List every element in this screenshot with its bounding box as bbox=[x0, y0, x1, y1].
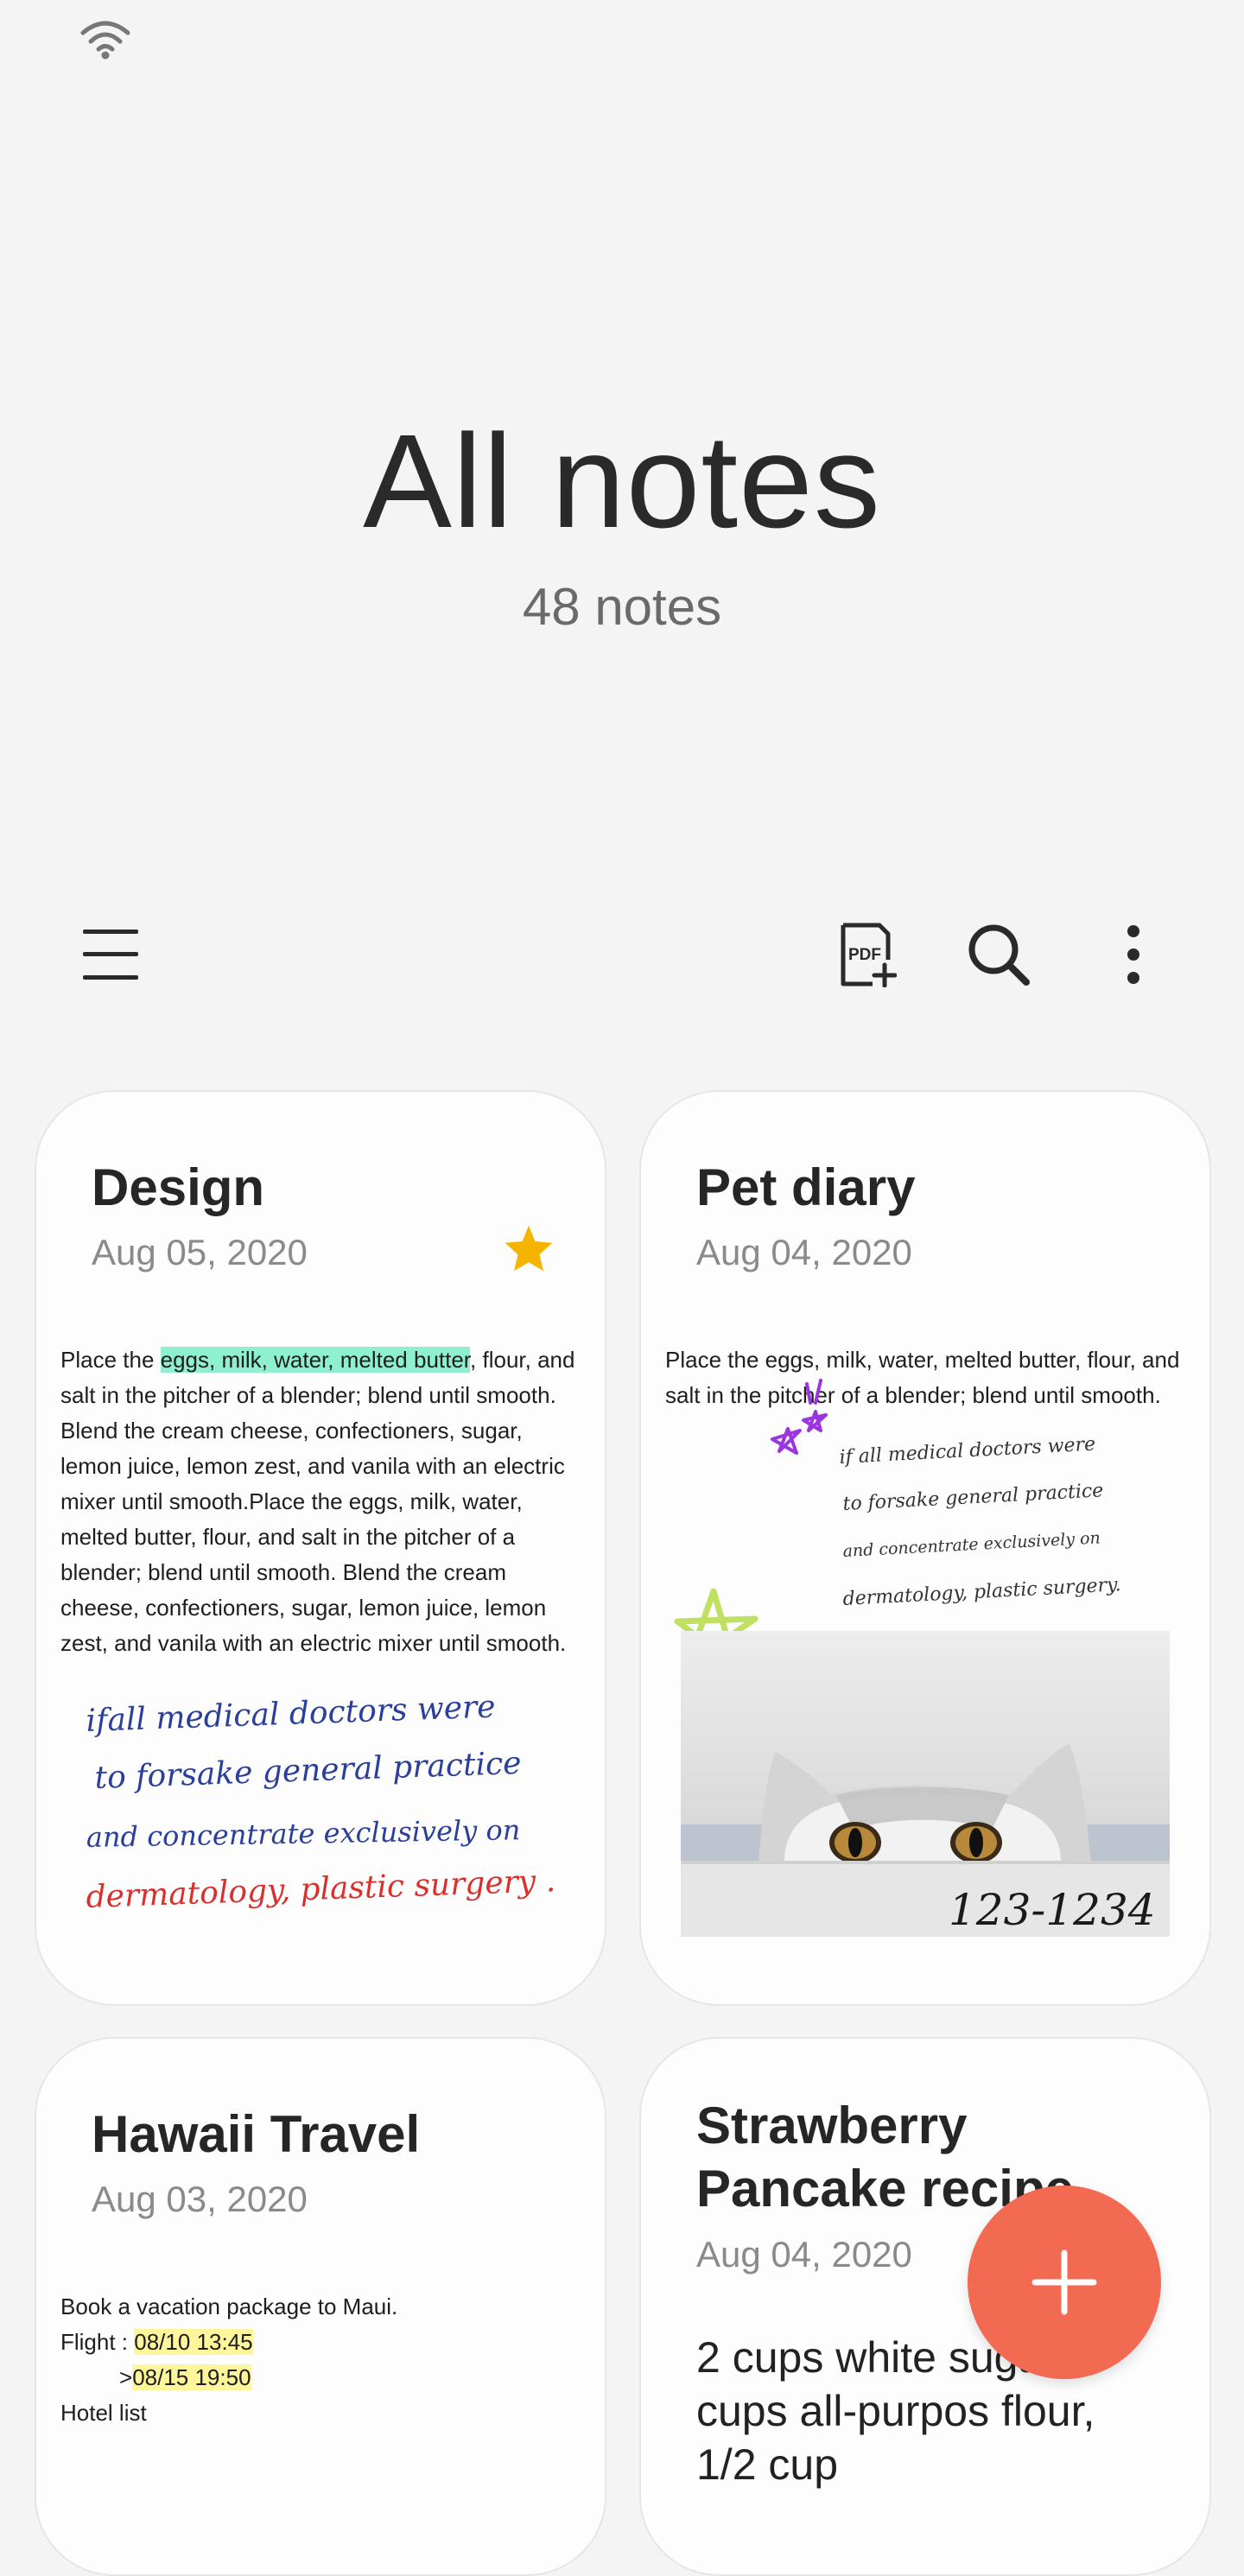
handwriting-line: ifall medical doctors were bbox=[86, 1689, 496, 1739]
page-header: All notes 48 notes bbox=[0, 415, 1244, 637]
search-icon bbox=[968, 924, 1030, 986]
handwriting-line: dermatology, plastic surgery . bbox=[86, 1863, 556, 1915]
note-date: Aug 04, 2020 bbox=[696, 1232, 912, 1272]
more-vert-icon bbox=[1127, 925, 1139, 984]
note-body: Book a vacation package to Maui. Flight … bbox=[60, 2294, 398, 2426]
menu-button[interactable] bbox=[67, 907, 154, 1002]
cat-photo: 123-1234 bbox=[681, 1631, 1170, 1937]
wifi-icon bbox=[80, 21, 130, 60]
add-note-button[interactable] bbox=[968, 2186, 1161, 2379]
toolbar: PDF bbox=[0, 907, 1244, 1002]
status-bar bbox=[0, 0, 1244, 78]
more-options-button[interactable] bbox=[1090, 907, 1177, 1002]
handwriting-line: and concentrate exclusively on bbox=[86, 1813, 520, 1854]
search-button[interactable] bbox=[955, 907, 1042, 1002]
handwriting-sketch: ifall medical doctors were to forsake ge… bbox=[86, 1689, 556, 1915]
flight-date-highlight: 08/10 13:45 bbox=[134, 2329, 253, 2355]
handwriting-line: dermatology, plastic surgery. bbox=[842, 1574, 1121, 1610]
return-date-highlight: 08/15 19:50 bbox=[132, 2364, 251, 2390]
plus-icon bbox=[1031, 2249, 1097, 2315]
note-date: Aug 04, 2020 bbox=[696, 2234, 912, 2275]
handwritten-number: 123-1234 bbox=[949, 1885, 1156, 1935]
page-title: All notes bbox=[363, 407, 881, 555]
note-body: Place the eggs, milk, water, melted butt… bbox=[60, 1347, 575, 1656]
note-date: Aug 03, 2020 bbox=[92, 2179, 308, 2219]
note-title: Hawaii Travel bbox=[92, 2105, 421, 2163]
note-card-pet-diary[interactable]: Pet diary Aug 04, 2020 Place the eggs, m… bbox=[639, 1090, 1211, 2006]
note-title: Pet diary bbox=[696, 1158, 916, 1216]
handwriting-sketch: if all medical doctors were to forsake g… bbox=[839, 1433, 1121, 1610]
pdf-button[interactable]: PDF bbox=[822, 907, 909, 1002]
text-highlight: eggs, milk, water, melted butter bbox=[160, 1347, 471, 1373]
menu-icon bbox=[83, 930, 138, 980]
notes-count: 48 notes bbox=[522, 578, 722, 636]
note-body: Place the eggs, milk, water, melted butt… bbox=[665, 1347, 1180, 1408]
pdf-add-icon: PDF bbox=[841, 923, 897, 987]
note-title: Design bbox=[92, 1158, 265, 1216]
note-card-design[interactable]: Design Aug 05, 2020 Place the eggs, milk… bbox=[35, 1090, 606, 2006]
handwriting-line: and concentrate exclusively on bbox=[842, 1528, 1101, 1561]
note-date: Aug 05, 2020 bbox=[92, 1232, 308, 1272]
purple-star-doodle bbox=[771, 1379, 828, 1455]
handwriting-line: to forsake general practice bbox=[842, 1480, 1104, 1515]
note-card-hawaii-travel[interactable]: Hawaii Travel Aug 03, 2020 Book a vacati… bbox=[35, 2037, 606, 2576]
handwriting-line: if all medical doctors were bbox=[839, 1433, 1096, 1468]
star-icon bbox=[505, 1225, 553, 1272]
handwriting-line: to forsake general practice bbox=[94, 1746, 522, 1796]
pdf-label: PDF bbox=[848, 946, 881, 964]
